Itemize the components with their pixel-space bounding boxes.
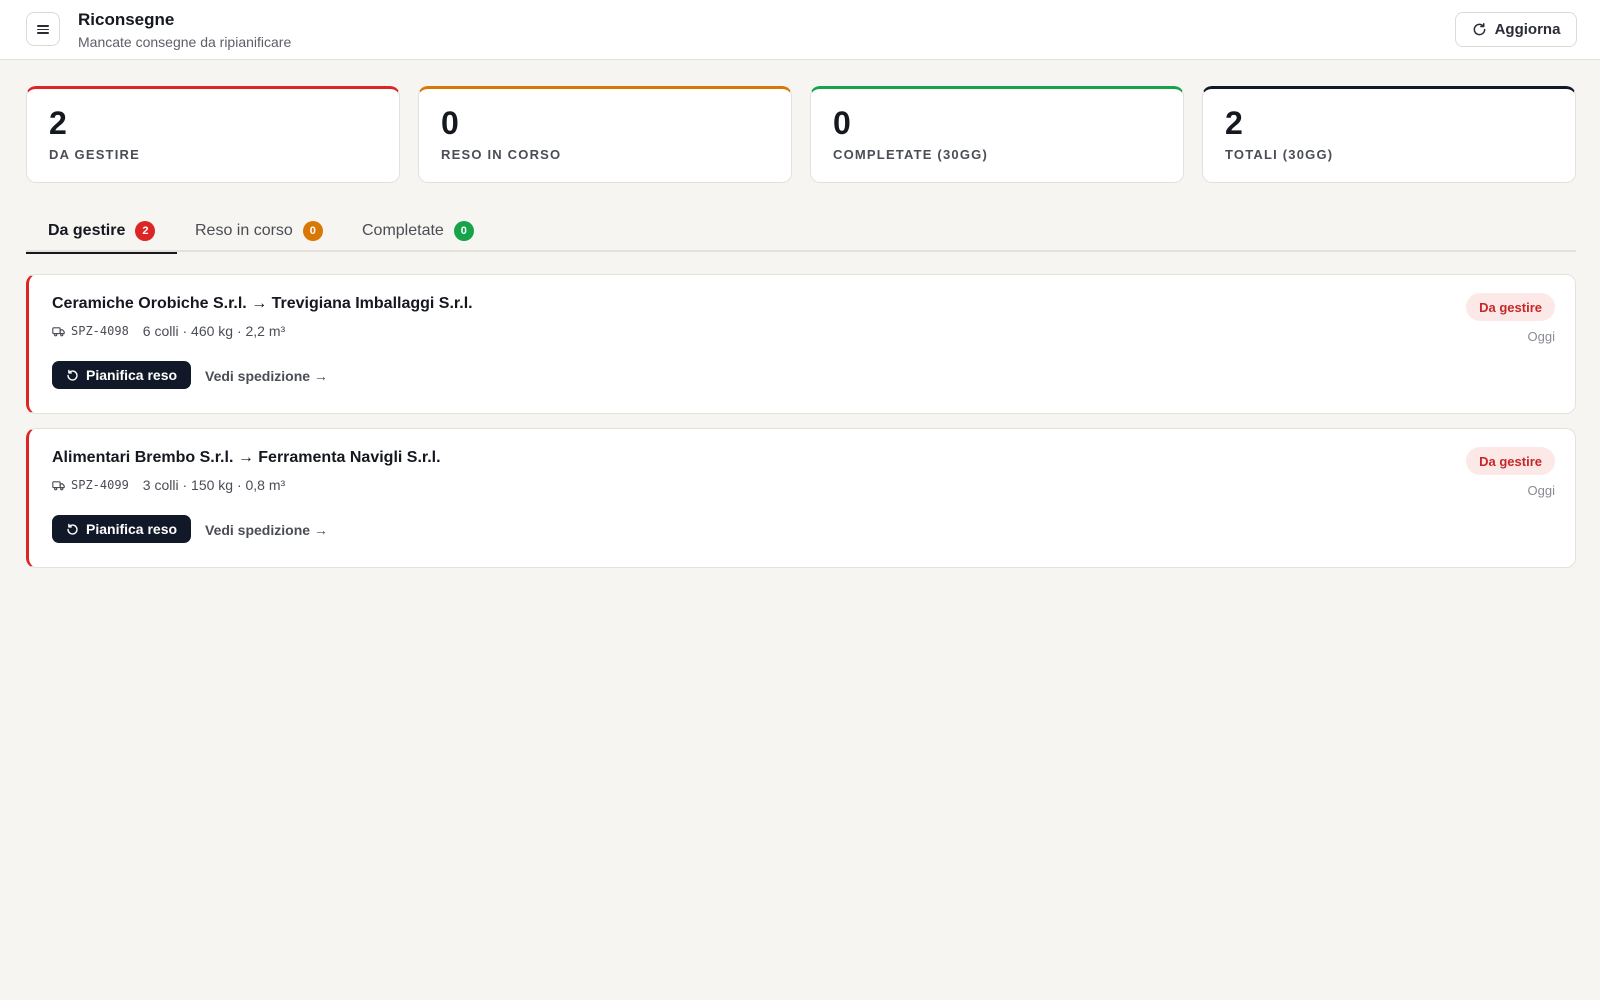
stat-label: TOTALI (30GG) bbox=[1225, 147, 1334, 162]
undo-icon bbox=[67, 369, 78, 381]
stats-row: 2 DA GESTIRE 0 RESO IN CORSO 0 COMPLETAT… bbox=[26, 86, 1576, 183]
top-bar: Riconsegne Mancate consegne da ripianifi… bbox=[0, 0, 1600, 60]
tab-reso-in-corso[interactable]: Reso in corso 0 bbox=[173, 210, 345, 252]
tab-count-badge: 2 bbox=[135, 221, 156, 241]
undo-icon bbox=[67, 523, 78, 535]
delivery-card: Ceramiche Orobiche S.r.l. → Trevigiana I… bbox=[26, 274, 1576, 414]
page-title: Riconsegne bbox=[78, 10, 175, 29]
stat-card-da-gestire: 2 DA GESTIRE bbox=[26, 86, 400, 183]
view-shipment-link[interactable]: Vedi spedizione → bbox=[205, 368, 328, 384]
stat-value: 0 bbox=[833, 105, 851, 141]
shipment-meta: SPZ-4098 6 colli · 460 kg · 2,2 m³ bbox=[52, 323, 285, 339]
truck-icon bbox=[52, 326, 65, 336]
shipment-details: 6 colli · 460 kg · 2,2 m³ bbox=[142, 323, 286, 339]
stat-label: COMPLETATE (30GG) bbox=[833, 147, 988, 162]
stat-card-totali: 2 TOTALI (30GG) bbox=[1202, 86, 1576, 183]
tab-bar: Da gestire 2 Reso in corso 0 Completate … bbox=[26, 210, 1576, 254]
plan-return-label: Pianifica reso bbox=[86, 521, 178, 537]
shipment-code: SPZ-4098 bbox=[71, 324, 129, 338]
tab-label: Reso in corso bbox=[195, 222, 293, 239]
delivery-card: Alimentari Brembo S.r.l. → Ferramenta Na… bbox=[26, 428, 1576, 568]
shipment-meta: SPZ-4099 3 colli · 150 kg · 0,8 m³ bbox=[52, 477, 285, 493]
tab-label: Da gestire bbox=[48, 222, 126, 239]
truck-icon bbox=[52, 480, 65, 490]
route-title: Alimentari Brembo S.r.l. → Ferramenta Na… bbox=[52, 449, 441, 466]
plan-return-button[interactable]: Pianifica reso bbox=[52, 361, 192, 389]
item-date: Oggi bbox=[1527, 329, 1555, 344]
stat-value: 2 bbox=[49, 105, 67, 141]
menu-icon bbox=[37, 24, 49, 34]
status-badge: Da gestire bbox=[1466, 447, 1555, 475]
stat-value: 0 bbox=[441, 105, 459, 141]
refresh-label: Aggiorna bbox=[1494, 21, 1561, 38]
refresh-button[interactable]: Aggiorna bbox=[1455, 12, 1577, 47]
tab-label: Completate bbox=[362, 222, 444, 239]
route-title: Ceramiche Orobiche S.r.l. → Trevigiana I… bbox=[52, 295, 473, 312]
menu-button[interactable] bbox=[26, 12, 60, 46]
plan-return-button[interactable]: Pianifica reso bbox=[52, 515, 192, 543]
tab-da-gestire[interactable]: Da gestire 2 bbox=[26, 210, 178, 254]
view-shipment-link[interactable]: Vedi spedizione → bbox=[205, 522, 328, 538]
shipment-code: SPZ-4099 bbox=[71, 478, 129, 492]
tab-count-badge: 0 bbox=[453, 221, 474, 241]
shipment-details: 3 colli · 150 kg · 0,8 m³ bbox=[142, 477, 286, 493]
refresh-icon bbox=[1473, 22, 1485, 36]
page-subtitle: Mancate consegne da ripianificare bbox=[78, 34, 292, 50]
tab-count-badge: 0 bbox=[302, 221, 323, 241]
stat-card-completate: 0 COMPLETATE (30GG) bbox=[810, 86, 1184, 183]
stat-value: 2 bbox=[1225, 105, 1243, 141]
tab-completate[interactable]: Completate 0 bbox=[340, 210, 496, 252]
stat-label: DA GESTIRE bbox=[49, 147, 140, 162]
stat-card-reso-in-corso: 0 RESO IN CORSO bbox=[418, 86, 792, 183]
stat-label: RESO IN CORSO bbox=[441, 147, 562, 162]
item-date: Oggi bbox=[1527, 483, 1555, 498]
plan-return-label: Pianifica reso bbox=[86, 367, 178, 383]
status-badge: Da gestire bbox=[1466, 293, 1555, 321]
